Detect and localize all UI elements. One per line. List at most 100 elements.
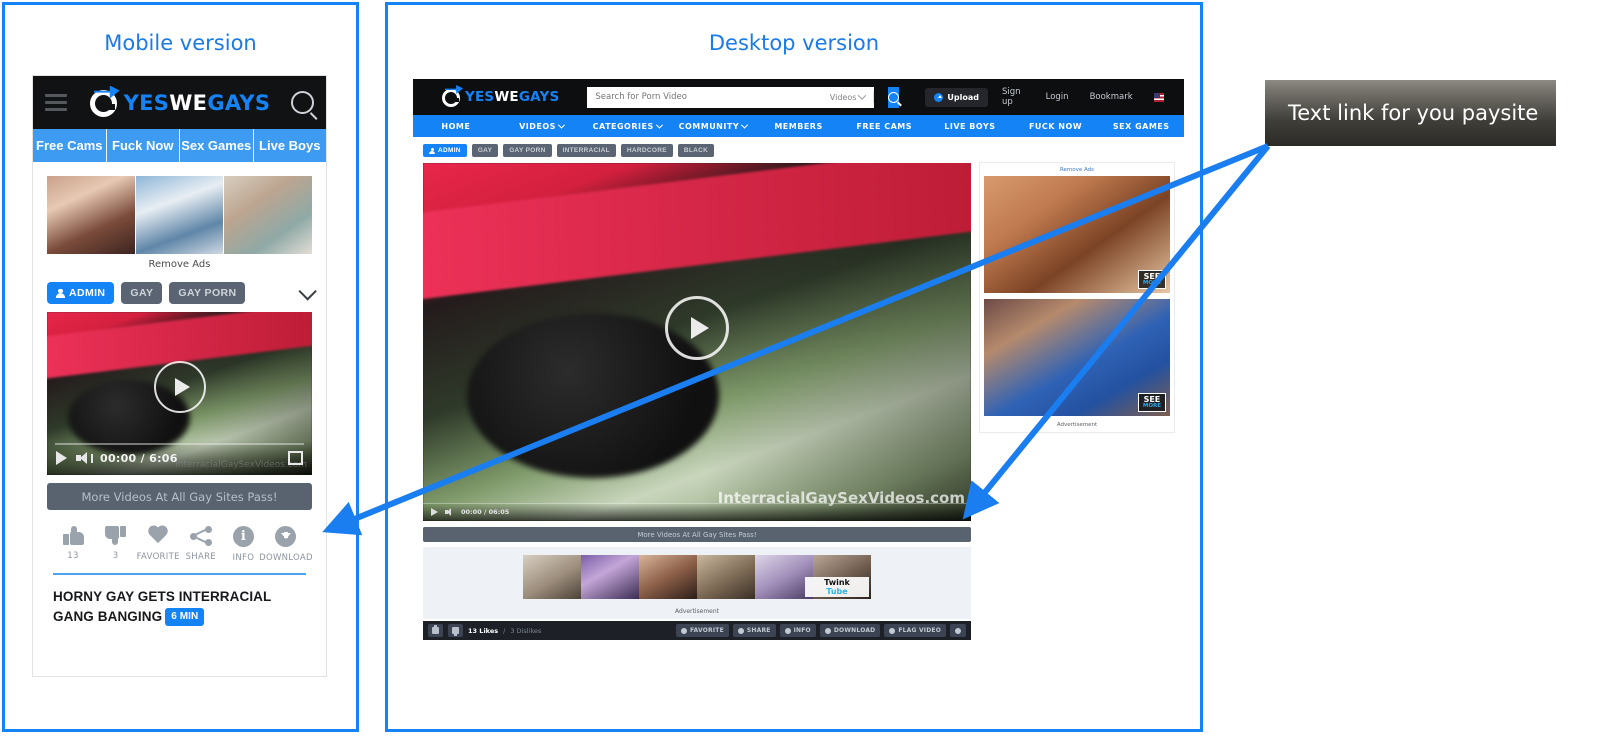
flag-video-button[interactable]: FLAG VIDEO (884, 624, 946, 637)
video-title-text: HORNY GAY GETS INTERRACIAL GANG BANGING (53, 589, 272, 624)
duration: 6:06 (149, 451, 178, 465)
duration-badge: 6 MIN (165, 607, 205, 627)
favorite-button[interactable]: FAVORITE (137, 526, 180, 563)
search-icon[interactable] (290, 91, 314, 114)
remove-ads-label[interactable]: Remove Ads (47, 259, 312, 270)
favorite-button[interactable]: FAVORITE (675, 624, 729, 637)
hamburger-menu-icon[interactable] (45, 94, 67, 111)
download-button[interactable]: DOWNLOAD (819, 624, 881, 637)
desktop-tag-row: ADMIN GAY GAY PORN INTERRACIAL HARDCORE … (423, 144, 1174, 157)
site-logo[interactable]: YESWEGAYS (441, 85, 559, 108)
tag-gay-porn[interactable]: GAY PORN (169, 282, 246, 304)
ad-thumb (523, 555, 581, 599)
nav-item-sex-games[interactable]: SEX GAMES (1098, 122, 1184, 131)
quick-link-fuck-now[interactable]: Fuck Now (106, 129, 180, 162)
info-button[interactable]: i INFO (223, 526, 263, 563)
ad-thumb (135, 176, 224, 254)
share-button[interactable]: SHARE (181, 526, 221, 563)
nav-item-live-boys[interactable]: LIVE BOYS (927, 122, 1013, 131)
mobile-pass-banner[interactable]: More Videos At All Gay Sites Pass! (47, 483, 312, 510)
fullscreen-icon[interactable] (288, 451, 303, 465)
thumbs-down-icon (452, 627, 459, 634)
search-input[interactable] (587, 86, 830, 108)
tag-admin[interactable]: ADMIN (47, 282, 115, 304)
desktop-bottom-action-bar: 13 Likes / 3 Dislikes FAVORITE SHARE INF… (423, 621, 971, 640)
site-logo[interactable]: YESWEGAYS (88, 85, 271, 120)
share-label: SHARE (185, 552, 216, 562)
tag-black[interactable]: BLACK (677, 144, 715, 157)
share-icon (189, 526, 212, 546)
tag-gay-porn[interactable]: GAY PORN (503, 144, 552, 157)
sidebar-ad-1[interactable]: SEE MORE (984, 176, 1170, 293)
tag-admin[interactable]: ADMIN (423, 144, 467, 157)
tag-label: ADMIN (438, 147, 461, 154)
chevron-down-icon (858, 91, 867, 100)
bookmark-link[interactable]: Bookmark (1090, 92, 1133, 102)
chevron-down-icon (655, 121, 663, 129)
tag-gay[interactable]: GAY (121, 282, 163, 304)
flag-video-label: FLAG VIDEO (898, 627, 941, 634)
chevron-down-icon[interactable] (298, 281, 317, 301)
mobile-video-player[interactable]: InterracialGaySexVideos.com 00:00 / 6:06 (47, 312, 312, 475)
badge-twink: Twink (824, 578, 850, 587)
like-button[interactable] (428, 624, 443, 637)
tag-gay[interactable]: GAY (471, 144, 499, 157)
play-icon[interactable] (431, 508, 438, 516)
quick-link-live-boys[interactable]: Live Boys (253, 129, 326, 162)
see-more-badge[interactable]: SEE MORE (1137, 269, 1166, 289)
dislike-button[interactable] (448, 624, 463, 637)
nav-label: FREE CAMS (856, 121, 912, 131)
quick-link-free-cams[interactable]: Free Cams (33, 129, 107, 162)
search-scope-select[interactable]: Videos (830, 91, 875, 103)
nav-item-fuck-now[interactable]: FUCK NOW (1013, 122, 1099, 131)
desktop-video-player[interactable]: InterracialGaySexVideos.com 00:00 / 06:0… (423, 163, 971, 521)
sign-up-link[interactable]: Sign up (1002, 87, 1025, 107)
dislike-button[interactable]: 3 (96, 526, 136, 563)
share-label: SHARE (746, 627, 771, 634)
nav-item-community[interactable]: COMMUNITY (670, 121, 756, 131)
fullscreen-button[interactable] (950, 624, 966, 637)
play-icon[interactable] (56, 451, 67, 465)
favorite-label: FAVORITE (689, 627, 724, 634)
info-icon (784, 627, 791, 634)
logo-text-yes: YES (123, 90, 170, 115)
us-flag-icon[interactable] (1153, 92, 1164, 102)
play-icon[interactable] (665, 295, 729, 360)
nav-item-videos[interactable]: VIDEOS (499, 121, 585, 131)
desktop-pass-banner[interactable]: More Videos At All Gay Sites Pass! (423, 527, 971, 542)
like-count: 13 (67, 551, 79, 561)
play-icon[interactable] (153, 360, 206, 413)
mobile-header: YESWEGAYS (33, 76, 326, 129)
ad-thumb (697, 555, 755, 599)
quick-link-sex-games[interactable]: Sex Games (180, 129, 254, 162)
nav-item-home[interactable]: HOME (413, 122, 499, 131)
search-button[interactable] (888, 86, 900, 108)
like-button[interactable]: 13 (53, 526, 93, 563)
share-button[interactable]: SHARE (732, 624, 776, 637)
tag-interracial[interactable]: INTERRACIAL (556, 144, 616, 157)
volume-icon[interactable] (445, 508, 454, 516)
see-more-badge[interactable]: SEE MORE (1137, 392, 1166, 412)
ad-thumb (639, 555, 697, 599)
sidebar-ad-2[interactable]: SEE MORE (984, 299, 1170, 416)
info-button[interactable]: INFO (779, 624, 816, 637)
nav-item-categories[interactable]: CATEGORIES (584, 121, 670, 131)
upload-button[interactable]: Upload (925, 87, 988, 107)
search-bar: Videos (587, 86, 875, 108)
remove-ads-label[interactable]: Remove Ads (984, 167, 1170, 173)
nav-label: VIDEOS (519, 121, 556, 131)
nav-item-free-cams[interactable]: FREE CAMS (841, 122, 927, 131)
desktop-ad-band[interactable]: Twink Tube Advertisement (423, 547, 971, 619)
nav-item-members[interactable]: MEMBERS (756, 122, 842, 131)
see-more-line-2: MORE (1142, 402, 1161, 409)
mobile-ad-banner[interactable]: Remove Ads (33, 162, 326, 270)
mobile-site-mockup: YESWEGAYS Free Cams Fuck Now Sex Games L… (33, 76, 326, 676)
upload-icon (934, 92, 944, 102)
download-button[interactable]: DOWNLOAD (259, 526, 313, 563)
nav-label: MEMBERS (774, 121, 823, 131)
login-link[interactable]: Login (1046, 92, 1069, 102)
mobile-player-controls: 00:00 / 6:06 (47, 441, 312, 475)
volume-icon[interactable] (76, 451, 93, 465)
download-icon (824, 627, 831, 634)
tag-hardcore[interactable]: HARDCORE (620, 144, 673, 157)
